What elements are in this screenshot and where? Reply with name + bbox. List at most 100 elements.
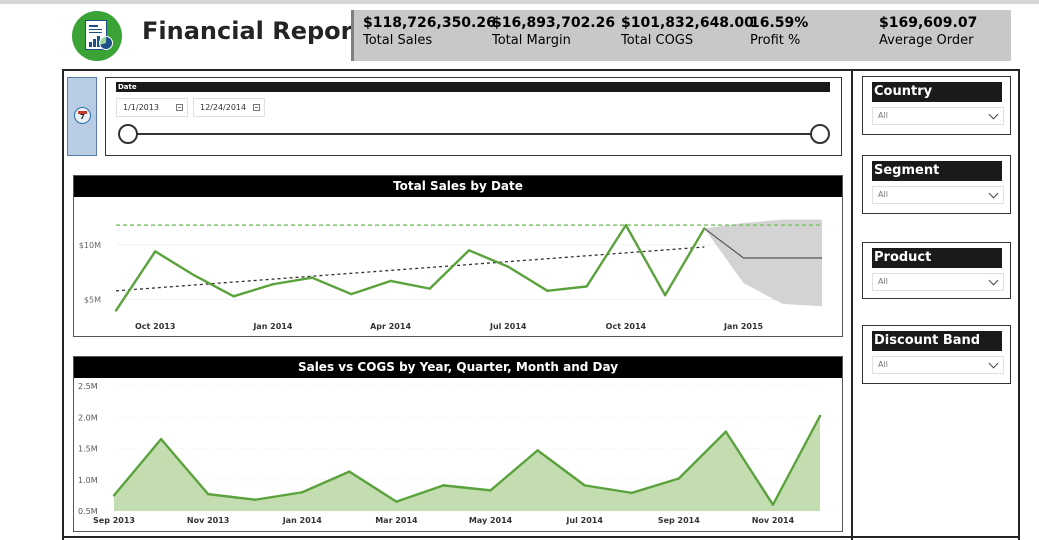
forecast-band: [704, 219, 822, 307]
date-range-slider[interactable]: [126, 133, 820, 135]
kpi-profit-percent: 16.59% Profit %: [750, 14, 808, 50]
calendar-icon[interactable]: [253, 104, 260, 111]
x-tick-label: Jan 2015: [723, 322, 764, 331]
data-point: [703, 227, 706, 230]
kpi-total-cogs: $101,832,648.00 Total COGS: [621, 14, 754, 50]
kpi-value: $16,893,702.26: [492, 15, 616, 31]
data-point: [507, 265, 510, 268]
end-date-input[interactable]: 12/24/2014: [193, 98, 265, 117]
x-tick-label: Apr 2014: [370, 322, 411, 331]
data-point: [630, 491, 633, 495]
data-point: [724, 430, 728, 433]
page-title: Financial Report: [142, 17, 364, 45]
end-date-value: 12/24/2014: [200, 103, 247, 112]
segment-slicer: Segment All: [862, 155, 1011, 214]
data-point: [546, 289, 549, 293]
left-divider: [62, 70, 64, 540]
data-point: [271, 283, 275, 286]
sales-line: [115, 223, 706, 312]
dropdown-value: All: [878, 190, 888, 199]
country-dropdown[interactable]: All: [872, 107, 1004, 125]
data-point: [583, 484, 586, 487]
dropdown-value: All: [878, 360, 888, 369]
y-tick-label: 0.5M: [78, 507, 98, 516]
slider-end-handle[interactable]: [810, 124, 830, 144]
data-point: [154, 250, 157, 253]
data-point: [112, 494, 116, 497]
slider-start-handle[interactable]: [118, 124, 138, 144]
right-divider: [1018, 70, 1020, 540]
data-point: [232, 295, 235, 298]
date-slicer-title: Date: [116, 82, 830, 92]
x-tick-label: Jul 2014: [565, 516, 603, 525]
discount-band-slicer: Discount Band All: [862, 325, 1011, 384]
y-tick-label: 2.5M: [78, 382, 98, 391]
header-divider: [62, 69, 1020, 71]
chevron-down-icon: [988, 275, 999, 286]
data-point: [489, 489, 492, 492]
data-point: [348, 470, 351, 473]
start-date-value: 1/1/2013: [123, 103, 159, 112]
kpi-total-margin: $16,893,702.26 Total Margin: [492, 14, 615, 50]
y-tick-label: 1.5M: [78, 445, 98, 454]
dropdown-value: All: [878, 111, 888, 120]
x-tick-label: Jul 2014: [489, 322, 527, 331]
y-tick-label: 1.0M: [78, 476, 98, 485]
x-tick-label: Sep 2013: [93, 516, 135, 525]
segment-dropdown[interactable]: All: [872, 186, 1004, 204]
x-tick-label: May 2014: [469, 516, 513, 525]
date-calendar-button[interactable]: 7: [67, 77, 97, 156]
date-slicer: Date 1/1/2013 12/24/2014: [105, 77, 842, 156]
data-point: [771, 503, 775, 506]
kpi-label: Profit %: [750, 33, 801, 48]
kpi-total-sales: $118,726,350.26 Total Sales: [363, 14, 496, 50]
kpi-average-order: $169,609.07 Average Order: [879, 14, 977, 50]
y-tick-label: $10M: [79, 241, 101, 250]
discount-band-dropdown[interactable]: All: [872, 356, 1004, 374]
data-point: [663, 294, 667, 297]
product-slicer: Product All: [862, 242, 1011, 299]
data-point: [442, 484, 445, 487]
x-tick-label: Jan 2014: [282, 516, 323, 525]
slicer-title: Product: [872, 248, 1002, 268]
kpi-value: $118,726,350.26: [363, 15, 496, 31]
x-tick-label: Oct 2013: [135, 322, 175, 331]
kpi-label: Average Order: [879, 33, 974, 48]
slicer-title: Discount Band: [872, 331, 1002, 351]
vertical-divider: [851, 70, 853, 540]
x-tick-label: Mar 2014: [375, 516, 418, 525]
y-tick-label: 2.0M: [78, 413, 98, 422]
data-point: [159, 437, 163, 441]
country-slicer: Country All: [862, 76, 1011, 135]
dropdown-value: All: [878, 277, 888, 286]
data-point: [206, 492, 210, 496]
chevron-down-icon: [988, 358, 999, 369]
data-point: [536, 449, 539, 452]
data-point: [350, 292, 353, 296]
kpi-value: $169,609.07: [879, 15, 978, 31]
data-point: [467, 249, 471, 252]
kpi-label: Total Sales: [363, 33, 433, 48]
start-date-input[interactable]: 1/1/2013: [116, 98, 188, 117]
slicer-title: Country: [872, 82, 1002, 102]
slicer-title: Segment: [872, 161, 1002, 181]
sales-vs-cogs-chart: Sales vs COGS by Year, Quarter, Month an…: [73, 356, 843, 532]
x-tick-label: Sep 2014: [658, 516, 700, 525]
x-tick-label: Nov 2014: [752, 516, 795, 525]
sales-vs-cogs-plot: 2.5M 2.0M 1.5M 1.0M 0.5MSep 2013 Nov 2013 Jan …: [78, 382, 822, 525]
data-point: [395, 500, 398, 503]
kpi-value: 16.59%: [750, 15, 809, 31]
calendar-icon: 7: [74, 107, 91, 124]
data-point: [818, 414, 822, 418]
chevron-down-icon: [988, 109, 999, 120]
calendar-icon[interactable]: [176, 104, 183, 111]
x-tick-label: Jan 2014: [252, 322, 293, 331]
data-point: [254, 498, 257, 501]
data-point: [677, 477, 680, 480]
sales-area: [114, 416, 820, 511]
product-dropdown[interactable]: All: [872, 273, 1004, 291]
pie-chart-icon: [99, 36, 113, 50]
data-point: [389, 279, 392, 283]
data-point: [585, 285, 588, 288]
y-tick-label: $5M: [84, 296, 101, 305]
